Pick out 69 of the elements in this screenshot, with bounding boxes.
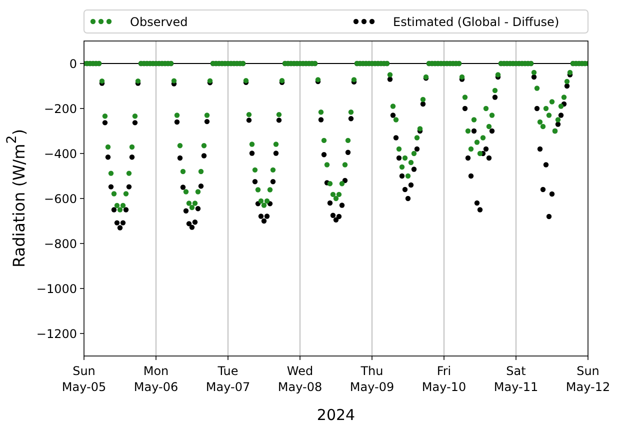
data-point — [534, 86, 540, 91]
data-point — [405, 196, 411, 202]
data-point — [105, 144, 111, 150]
data-point — [273, 150, 279, 156]
data-point — [462, 94, 468, 100]
data-point — [318, 117, 324, 122]
data-point — [249, 142, 255, 147]
data-point — [462, 106, 468, 112]
data-point — [537, 146, 543, 152]
tick-label: Sun May-05 — [62, 364, 106, 394]
data-point — [321, 152, 327, 158]
tick-label: Sat May-11 — [494, 364, 538, 394]
tick-label: −200 — [44, 102, 77, 116]
data-point — [198, 168, 204, 174]
data-point — [255, 187, 261, 192]
data-point — [324, 162, 330, 168]
data-point — [108, 184, 114, 190]
data-point — [105, 154, 111, 160]
data-point — [342, 162, 348, 168]
data-point — [267, 187, 273, 192]
data-point — [549, 191, 555, 197]
tick-label: Thu May-09 — [350, 364, 394, 394]
data-point — [108, 170, 114, 176]
tick-label: Sun May-12 — [566, 364, 610, 394]
data-point — [270, 179, 276, 184]
data-point — [345, 150, 351, 155]
data-point — [273, 142, 279, 147]
data-point — [252, 179, 258, 184]
data-point — [399, 164, 405, 170]
data-point — [252, 167, 258, 173]
data-point — [201, 143, 207, 148]
data-point — [540, 186, 546, 192]
data-point — [201, 153, 207, 158]
tick-label: Wed May-08 — [278, 364, 322, 394]
data-point — [390, 104, 396, 109]
data-point — [396, 146, 402, 152]
data-point — [177, 143, 183, 148]
tick-label: Tue May-07 — [206, 364, 250, 394]
legend-label: Observed — [130, 15, 188, 29]
data-point — [318, 110, 324, 115]
legend-label: Estimated (Global - Diffuse) — [393, 15, 560, 29]
data-point — [345, 138, 351, 144]
tick-label: −400 — [44, 147, 77, 161]
tick-label: −800 — [44, 237, 77, 251]
tick-label: −1000 — [36, 282, 77, 296]
data-point — [126, 170, 132, 176]
data-point — [468, 173, 474, 179]
data-point — [123, 191, 129, 196]
data-point — [129, 154, 135, 160]
data-point — [111, 191, 117, 196]
data-point — [471, 117, 477, 122]
tick-label: −600 — [44, 192, 77, 206]
tick-label: 0 — [69, 57, 77, 71]
data-point — [321, 138, 327, 144]
data-point — [129, 144, 135, 150]
axis-title: 2024 — [316, 406, 356, 424]
tick-label: −1200 — [36, 327, 77, 341]
data-point — [270, 167, 276, 173]
data-point — [546, 214, 552, 220]
tick-label: Mon May-06 — [134, 364, 178, 394]
data-point — [249, 150, 255, 156]
tick-label: Fri May-10 — [422, 364, 466, 394]
data-point — [180, 168, 186, 174]
data-point — [534, 106, 540, 112]
data-point — [126, 184, 132, 190]
data-point — [465, 155, 471, 161]
data-point — [393, 135, 399, 140]
data-point — [543, 162, 549, 168]
data-point — [177, 155, 183, 161]
